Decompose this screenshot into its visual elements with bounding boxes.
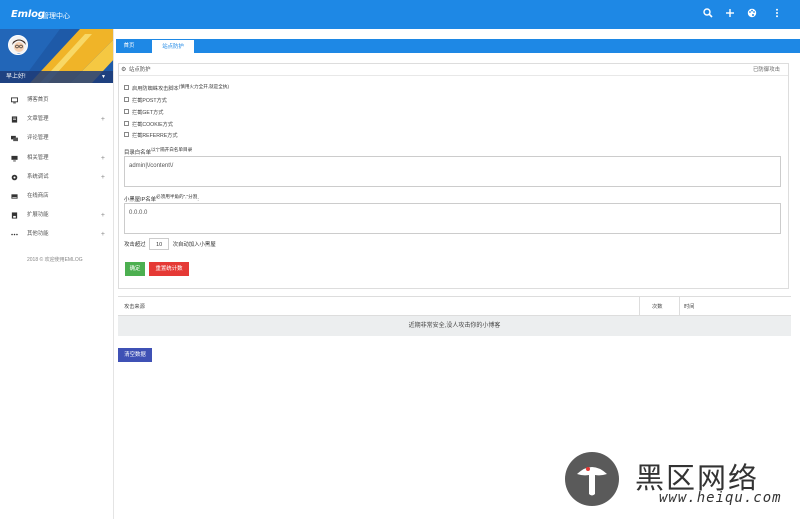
- avatar[interactable]: [8, 35, 28, 55]
- option-label: 拦截POST方式: [132, 98, 167, 104]
- user-menu-toggle[interactable]: 早上好! ▼: [0, 71, 113, 83]
- blacklist-label: 小黑屋IP名单必须用半角的","分割:: [124, 194, 199, 203]
- caret-down-icon: ▼: [101, 74, 106, 80]
- option-block-referre[interactable]: 拦截REFERRE方式: [124, 132, 178, 140]
- sidebar-item-label: 博客首页: [27, 97, 49, 103]
- sidebar: 早上好! ▼ 博客首页 文章管理 + 评论管理 相关管理 + 系统调试 + 在线…: [0, 29, 114, 519]
- profile-banner: 早上好! ▼: [0, 29, 113, 83]
- expand-plus-icon[interactable]: +: [101, 149, 105, 168]
- gear-icon: ⚙: [121, 67, 127, 73]
- sidebar-item-articles[interactable]: 文章管理 +: [0, 110, 114, 129]
- watermark-logo: [565, 452, 619, 506]
- field-hint: 以"|"隔开白名单目录: [150, 147, 193, 152]
- field-hint: 必须用半角的","分割: [156, 194, 198, 199]
- watermark-url: www.heiqu.com: [659, 490, 782, 506]
- option-anti-spider[interactable]: 启用防蜘蛛攻击脚本(慎用火力全开,就是全执): [124, 84, 229, 93]
- option-block-get[interactable]: 拦截GET方式: [124, 109, 163, 117]
- option-block-post[interactable]: 拦截POST方式: [124, 97, 167, 105]
- attack-suffix: 次自动加入小黑屋: [172, 242, 216, 248]
- sidebar-item-label: 扩展功能: [27, 212, 49, 219]
- checkbox[interactable]: [124, 97, 129, 103]
- main-content: 首页 站点防护 ⚙ 站点防护 已防御攻击 启用防蜘蛛攻击脚本(慎用火力全开,就是…: [114, 29, 800, 519]
- confirm-button[interactable]: 确定: [125, 262, 145, 276]
- sidebar-item-label: 在线商店: [27, 192, 49, 199]
- tab-site-protection[interactable]: 站点防护: [152, 39, 194, 53]
- checkbox[interactable]: [124, 121, 129, 127]
- plus-icon[interactable]: [724, 8, 736, 20]
- checkbox[interactable]: [124, 132, 129, 138]
- reset-stats-button[interactable]: 重置统计数: [149, 262, 189, 276]
- sidebar-item-related[interactable]: 相关管理 +: [0, 149, 114, 168]
- panel-title: 站点防护: [129, 67, 151, 73]
- table-empty-row: 近期非常安全,没人攻击你的小博客: [118, 316, 791, 336]
- attack-threshold-row: 攻击超过 10 次自动加入小黑屋: [124, 238, 216, 250]
- expand-plus-icon[interactable]: +: [101, 168, 105, 187]
- sidebar-item-label: 系统调试: [27, 173, 49, 180]
- whitelist-textarea[interactable]: admin|\/content\/: [124, 156, 781, 187]
- sidebar-item-comments[interactable]: 评论管理: [0, 129, 114, 148]
- option-block-cookie[interactable]: 拦截COOKIE方式: [124, 121, 173, 129]
- store-icon: [11, 194, 18, 199]
- palette-icon[interactable]: [746, 8, 758, 20]
- attack-log-table: 攻击来源 次数 时间 近期非常安全,没人攻击你的小博客: [118, 296, 791, 336]
- sidebar-item-label: 相关管理: [27, 154, 49, 161]
- sidebar-item-store[interactable]: 在线商店: [0, 187, 114, 206]
- checkbox[interactable]: [124, 85, 129, 91]
- column-source: 攻击来源: [124, 304, 145, 310]
- table-header: 攻击来源 次数 时间: [118, 296, 791, 316]
- option-label: 拦截REFERRE方式: [132, 133, 178, 139]
- expand-plus-icon[interactable]: +: [101, 110, 105, 129]
- sidebar-item-label: 评论管理: [27, 135, 49, 142]
- clear-data-button[interactable]: 清空数据: [118, 348, 152, 362]
- tab-bar: 首页 站点防护: [116, 39, 800, 53]
- monitor-icon: [11, 97, 18, 104]
- field-label-text: 小黑屋IP名单: [124, 196, 157, 203]
- gear-icon: [11, 174, 18, 181]
- sidebar-item-other[interactable]: 其他功能 +: [0, 225, 114, 244]
- document-icon: [11, 116, 18, 123]
- option-hint: (慎用火力全开,就是全执): [178, 84, 229, 89]
- comments-icon: [11, 136, 18, 142]
- dots-icon: [11, 234, 18, 236]
- field-label-suffix: :: [197, 196, 199, 203]
- top-app-bar: Emlog 管理中心: [0, 0, 800, 29]
- sidebar-item-home[interactable]: 博客首页: [0, 91, 114, 110]
- protection-panel: ⚙ 站点防护 已防御攻击 启用防蜘蛛攻击脚本(慎用火力全开,就是全执) 拦截PO…: [118, 63, 789, 289]
- extension-icon: [11, 212, 18, 219]
- protection-status: 已防御攻击: [753, 67, 780, 73]
- checkbox[interactable]: [124, 109, 129, 115]
- monitor-icon: [11, 155, 18, 161]
- sidebar-item-label: 文章管理: [27, 116, 49, 123]
- option-label: 拦截GET方式: [132, 110, 164, 116]
- panel-header: ⚙ 站点防护 已防御攻击: [119, 64, 788, 76]
- sidebar-nav: 博客首页 文章管理 + 评论管理 相关管理 + 系统调试 + 在线商店 扩展功能: [0, 91, 114, 245]
- copyright-text: 2018 © 欢迎使用EMLOG: [27, 257, 83, 263]
- whitelist-label: 目录白名单以"|"隔开白名单目录: [124, 147, 192, 156]
- more-vert-icon[interactable]: [771, 8, 783, 20]
- column-count: 次数: [639, 297, 679, 316]
- sidebar-item-extensions[interactable]: 扩展功能 +: [0, 206, 114, 225]
- tab-home[interactable]: 首页: [116, 39, 142, 53]
- expand-plus-icon[interactable]: +: [101, 225, 105, 244]
- attack-count-input[interactable]: 10: [149, 238, 170, 250]
- expand-plus-icon[interactable]: +: [101, 206, 105, 225]
- emlog-logo[interactable]: Emlog: [11, 9, 45, 20]
- attack-prefix: 攻击超过: [124, 242, 146, 248]
- blacklist-textarea[interactable]: 0.0.0.0: [124, 203, 781, 234]
- option-label: 拦截COOKIE方式: [132, 122, 173, 128]
- app-title: 管理中心: [42, 13, 70, 20]
- sidebar-item-label: 其他功能: [27, 231, 49, 238]
- field-label-text: 目录白名单: [124, 149, 151, 156]
- sidebar-item-debug[interactable]: 系统调试 +: [0, 168, 114, 187]
- greeting-text: 早上好!: [6, 74, 26, 80]
- option-label: 启用防蜘蛛攻击脚本: [132, 86, 179, 92]
- search-icon[interactable]: [702, 8, 714, 20]
- column-time: 时间: [679, 297, 694, 316]
